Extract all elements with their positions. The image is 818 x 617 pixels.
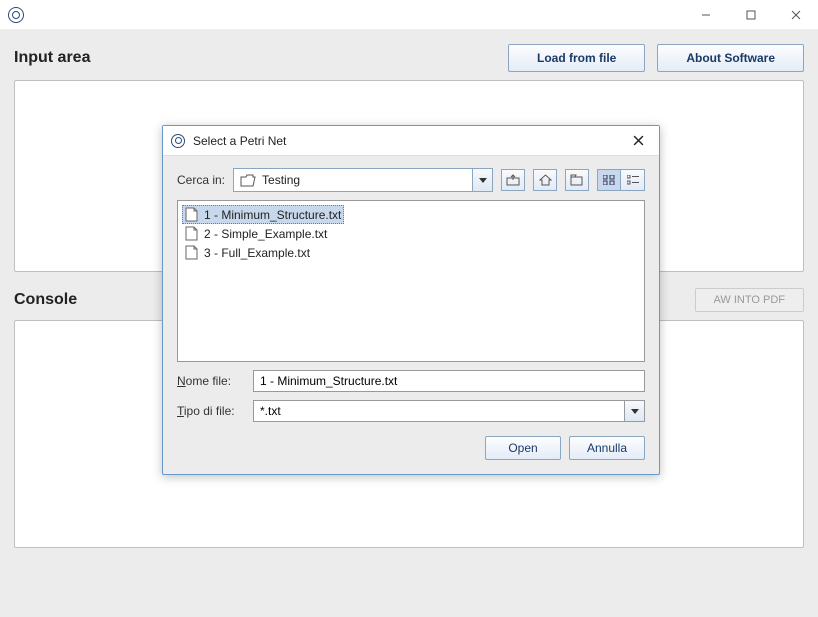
file-item[interactable]: 3 - Full_Example.txt (182, 243, 313, 262)
file-name: 1 - Minimum_Structure.txt (204, 208, 341, 222)
filetype-row: Tipo di file: *.txt (177, 400, 645, 422)
filename-label: Nome file: (177, 374, 245, 388)
about-software-button[interactable]: About Software (657, 44, 804, 72)
dialog-close-button[interactable] (623, 129, 653, 153)
file-name: 3 - Full_Example.txt (204, 246, 310, 260)
close-button[interactable] (773, 0, 818, 29)
file-item[interactable]: 2 - Simple_Example.txt (182, 224, 330, 243)
look-in-value: Testing (262, 173, 472, 187)
input-area-title: Input area (14, 49, 496, 67)
dialog-title-text: Select a Petri Net (193, 134, 623, 148)
minimize-button[interactable] (683, 0, 728, 29)
filetype-dropdown-arrow[interactable] (624, 401, 644, 421)
dialog-icon (171, 134, 185, 148)
up-one-level-button[interactable] (501, 169, 525, 191)
new-folder-button[interactable] (565, 169, 589, 191)
look-in-dropdown-arrow[interactable] (472, 169, 492, 191)
app-icon (8, 7, 24, 23)
look-in-combo[interactable]: Testing (233, 168, 493, 192)
window-titlebar (0, 0, 818, 30)
draw-into-pdf-button[interactable]: AW INTO PDF (695, 288, 805, 312)
look-in-row: Cerca in: Testing (177, 168, 645, 192)
load-from-file-button[interactable]: Load from file (508, 44, 645, 72)
file-list[interactable]: 1 - Minimum_Structure.txt 2 - Simple_Exa… (177, 200, 645, 362)
details-view-button[interactable] (621, 169, 645, 191)
open-button[interactable]: Open (485, 436, 561, 460)
file-icon (185, 207, 198, 222)
input-area-header: Input area Load from file About Software (14, 44, 804, 72)
file-chooser-dialog: Select a Petri Net Cerca in: Testing (162, 125, 660, 475)
dialog-titlebar: Select a Petri Net (163, 126, 659, 156)
filetype-label: Tipo di file: (177, 404, 245, 418)
home-button[interactable] (533, 169, 557, 191)
dialog-footer: Open Annulla (177, 436, 645, 460)
view-toggle-group (597, 169, 645, 191)
file-name: 2 - Simple_Example.txt (204, 227, 327, 241)
filetype-combo[interactable]: *.txt (253, 400, 645, 422)
open-folder-icon (240, 174, 256, 187)
look-in-label: Cerca in: (177, 173, 225, 187)
file-item[interactable]: 1 - Minimum_Structure.txt (182, 205, 344, 224)
cancel-button[interactable]: Annulla (569, 436, 645, 460)
filename-input[interactable] (253, 370, 645, 392)
filetype-value: *.txt (254, 404, 624, 418)
filename-row: Nome file: (177, 370, 645, 392)
file-icon (185, 245, 198, 260)
maximize-button[interactable] (728, 0, 773, 29)
file-icon (185, 226, 198, 241)
list-view-button[interactable] (597, 169, 621, 191)
